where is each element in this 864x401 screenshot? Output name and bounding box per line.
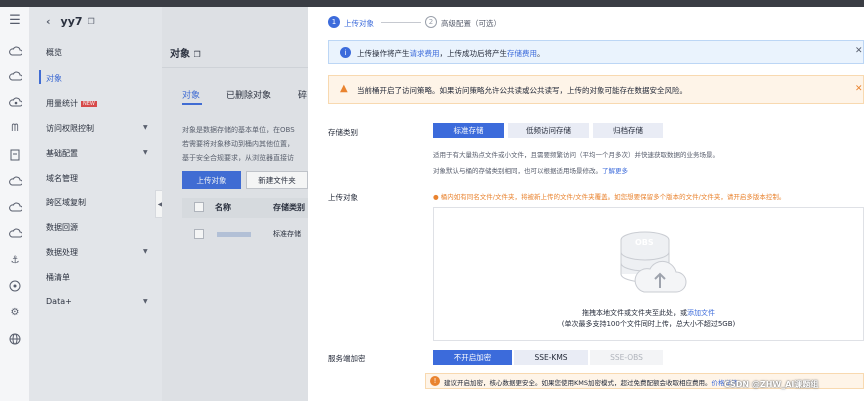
storage-option-standard[interactable]: 标准存储: [433, 123, 504, 138]
database-cloud-icon[interactable]: [8, 95, 22, 109]
request-fee-link[interactable]: 请求费用: [410, 49, 440, 58]
globe-icon[interactable]: [8, 332, 22, 346]
storage-option-infrequent[interactable]: 低频访问存储: [508, 123, 589, 138]
storage-class-label: 存储类别: [328, 128, 358, 137]
storage-description: 适用于有大量热点文件或小文件，且需要频繁访问（平均一个月多次）并快速获取数据的业…: [433, 151, 719, 159]
info-banner: i 上传操作将产生请求费用，上传成功后将产生存储费用。 ✕: [328, 40, 864, 64]
top-bar: [0, 0, 864, 7]
watermark: CSDN @ZHW_AI课题组: [724, 380, 819, 389]
encryption-option-sse-obs[interactable]: SSE-OBS: [590, 350, 663, 365]
storage-hint: 对象默认与桶的存储类别相同，也可以根据适用场景修改。了解更多: [433, 167, 628, 175]
modal-backdrop: [30, 7, 308, 401]
menu-icon[interactable]: ☰: [8, 13, 22, 28]
cloud-sync-icon[interactable]: [8, 200, 22, 214]
cloud-backup-icon[interactable]: [8, 226, 22, 240]
step-1-number: 1: [328, 16, 340, 28]
warning-text: 当前桶开启了访问策略。如果访问策略允许公共读或公共读写，上传的对象可能存在数据安…: [357, 86, 687, 95]
circle-icon[interactable]: [8, 279, 22, 293]
drop-limits: (单次最多支持100个文件同时上传，总大小不超过5GB): [561, 320, 736, 328]
warning-icon: !: [430, 376, 440, 386]
document-icon[interactable]: [8, 148, 22, 162]
anchor-icon[interactable]: ⚓: [8, 253, 22, 267]
network-icon[interactable]: ᗰ: [8, 121, 22, 135]
cloud-storage-icon[interactable]: [8, 174, 22, 188]
obs-label: OBS: [635, 238, 654, 247]
cloud-server-icon[interactable]: [8, 69, 22, 83]
step-2-number: 2: [425, 16, 437, 28]
add-file-link[interactable]: 添加文件: [687, 309, 715, 317]
learn-more-link[interactable]: 了解更多: [602, 167, 628, 175]
upload-object-label: 上传对象: [328, 193, 358, 202]
storage-fee-link[interactable]: 存储费用: [507, 49, 537, 58]
encryption-option-none[interactable]: 不开启加密: [433, 350, 512, 365]
warning-icon: ▲: [340, 83, 348, 94]
info-text: 上传操作将产生请求费用，上传成功后将产生存储费用。: [357, 49, 545, 58]
warning-banner: ▲ 当前桶开启了访问策略。如果访问策略允许公共读或公共读写，上传的对象可能存在数…: [328, 75, 864, 104]
close-icon[interactable]: ✕: [855, 84, 863, 94]
step-2-label: 高级配置（可选）: [441, 19, 501, 28]
info-icon: i: [340, 47, 351, 58]
warning-dot-icon: ●: [433, 193, 439, 201]
overwrite-warning: ● 桶内如有同名文件/文件夹，将被新上传的文件/文件夹覆盖。如您想要保留多个版本…: [433, 193, 786, 201]
close-icon[interactable]: ✕: [855, 46, 863, 56]
upload-panel: 1 上传对象 2 高级配置（可选） i 上传操作将产生请求费用，上传成功后将产生…: [308, 7, 864, 401]
file-drop-zone[interactable]: OBS 拖拽本地文件或文件夹至此处，或添加文件 (单次最多支持100个文件同时上…: [433, 207, 864, 341]
step-connector: [381, 22, 421, 23]
step-1-label: 上传对象: [344, 19, 374, 28]
storage-option-archive[interactable]: 归档存储: [593, 123, 663, 138]
encryption-warning-text: 建议开启加密，核心数据更安全。如果您使用KMS加密模式，超过免费配额会收取相应费…: [444, 379, 738, 387]
encryption-label: 服务端加密: [328, 354, 366, 363]
cluster-icon[interactable]: ⚙: [8, 305, 22, 319]
drop-instruction: 拖拽本地文件或文件夹至此处，或添加文件: [582, 309, 715, 317]
encryption-option-sse-kms[interactable]: SSE-KMS: [514, 350, 588, 365]
cloud-icon[interactable]: [8, 44, 22, 58]
icon-rail: ☰ ᗰ ⚓ ⚙: [0, 7, 30, 401]
